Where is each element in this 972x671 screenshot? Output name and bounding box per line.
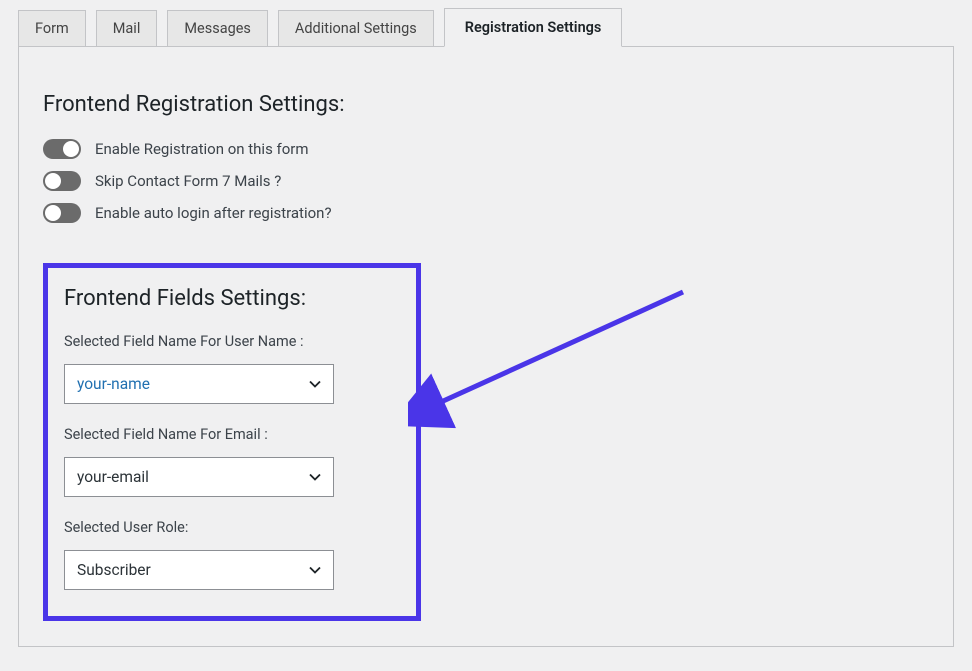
settings-panel: Frontend Registration Settings: Enable R… <box>18 47 954 647</box>
toggle-knob <box>45 173 61 189</box>
tab-messages[interactable]: Messages <box>167 10 268 46</box>
role-field-label: Selected User Role: <box>64 519 400 536</box>
chevron-down-icon <box>309 471 321 483</box>
toggle-enable-registration[interactable] <box>43 139 81 159</box>
tab-form[interactable]: Form <box>18 10 86 46</box>
toggle-knob <box>45 205 61 221</box>
chevron-down-icon <box>309 378 321 390</box>
email-select[interactable]: your-email <box>64 457 334 497</box>
toggle-label-skip-mails: Skip Contact Form 7 Mails ? <box>95 172 281 190</box>
toggle-auto-login[interactable] <box>43 203 81 223</box>
toggle-label-enable-registration: Enable Registration on this form <box>95 140 309 158</box>
user-name-select-value: your-name <box>77 375 150 393</box>
tab-additional-settings[interactable]: Additional Settings <box>278 10 434 46</box>
email-select-value: your-email <box>77 468 149 486</box>
chevron-down-icon <box>309 564 321 576</box>
toggle-row-auto-login: Enable auto login after registration? <box>43 203 929 223</box>
user-name-select[interactable]: your-name <box>64 364 334 404</box>
tab-registration-settings[interactable]: Registration Settings <box>444 8 623 47</box>
toggle-label-auto-login: Enable auto login after registration? <box>95 204 332 222</box>
frontend-fields-box: Frontend Fields Settings: Selected Field… <box>43 263 421 621</box>
toggle-row-skip-mails: Skip Contact Form 7 Mails ? <box>43 171 929 191</box>
role-select[interactable]: Subscriber <box>64 550 334 590</box>
frontend-fields-title: Frontend Fields Settings: <box>64 286 400 311</box>
tabs-navigation: Form Mail Messages Additional Settings R… <box>18 0 954 47</box>
user-name-field-label: Selected Field Name For User Name : <box>64 333 400 350</box>
toggle-knob <box>63 141 79 157</box>
registration-settings-title: Frontend Registration Settings: <box>43 92 929 117</box>
email-field-label: Selected Field Name For Email : <box>64 426 400 443</box>
toggle-skip-mails[interactable] <box>43 171 81 191</box>
role-select-value: Subscriber <box>77 561 151 579</box>
tab-mail[interactable]: Mail <box>96 10 158 46</box>
toggle-row-enable-registration: Enable Registration on this form <box>43 139 929 159</box>
